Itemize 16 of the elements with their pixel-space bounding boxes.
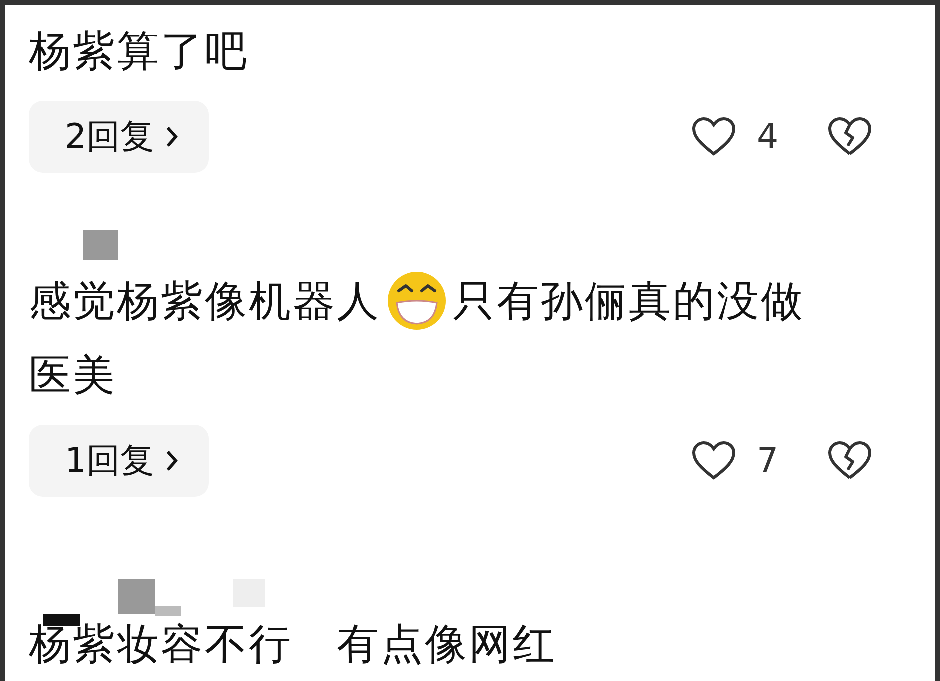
comment-text: 杨紫算了吧	[29, 26, 249, 76]
redacted-username	[83, 230, 118, 260]
replies-button[interactable]: 1回复	[29, 424, 209, 497]
chevron-icon	[164, 124, 179, 149]
broken-heart-icon[interactable]	[827, 116, 873, 158]
comment-text: 感觉杨紫像机器人	[29, 276, 381, 326]
heart-icon[interactable]	[691, 440, 737, 482]
replies-button[interactable]: 2回复	[29, 100, 209, 173]
chevron-icon	[164, 448, 179, 473]
comment-text: 杨紫妆容不行 有点像网红	[29, 619, 557, 668]
like-count: 4	[757, 116, 780, 157]
comment-text: 医美	[29, 350, 117, 400]
like-count: 7	[757, 440, 780, 481]
heart-icon[interactable]	[691, 116, 737, 158]
comment-text: 只有孙俪真的没做	[453, 276, 805, 326]
broken-heart-icon[interactable]	[827, 440, 873, 482]
